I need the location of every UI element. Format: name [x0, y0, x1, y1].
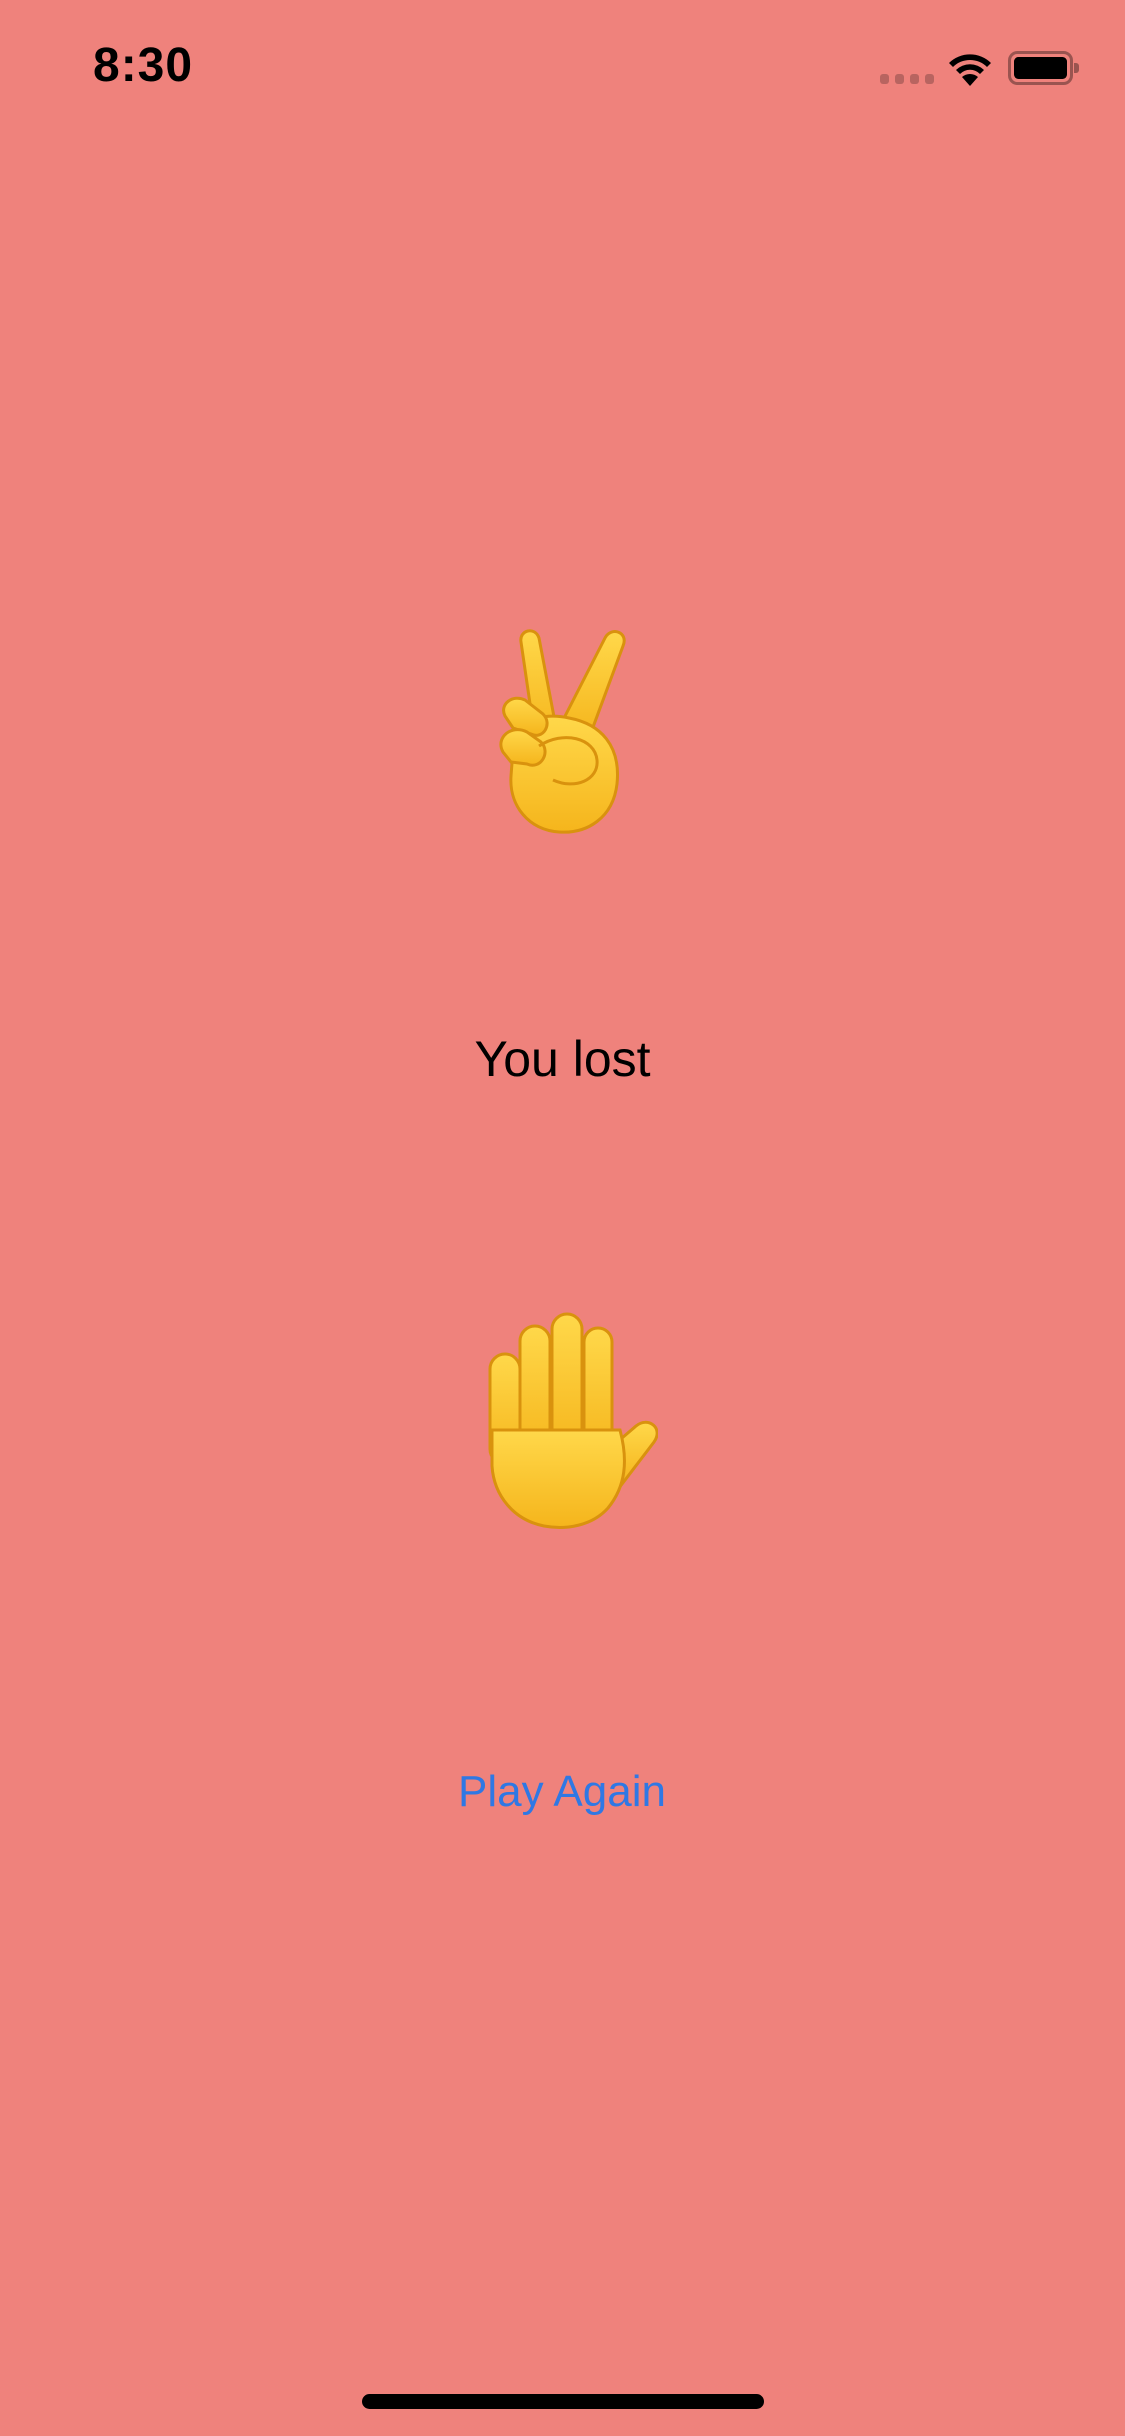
computer-choice: [0, 620, 1125, 840]
result-text: You lost: [474, 1031, 651, 1087]
player-choice: [0, 1310, 1125, 1530]
cellular-signal-icon: [880, 74, 934, 84]
wifi-icon: [949, 54, 991, 86]
victory-hand-icon: [499, 629, 626, 834]
home-indicator[interactable]: [362, 2394, 764, 2409]
status-time: 8:30: [93, 39, 194, 92]
status-bar: 8:30: [0, 0, 1125, 132]
battery-icon: [1008, 51, 1079, 85]
raised-hand-icon: [488, 1312, 658, 1529]
play-again-button[interactable]: Play Again: [362, 1752, 762, 1832]
